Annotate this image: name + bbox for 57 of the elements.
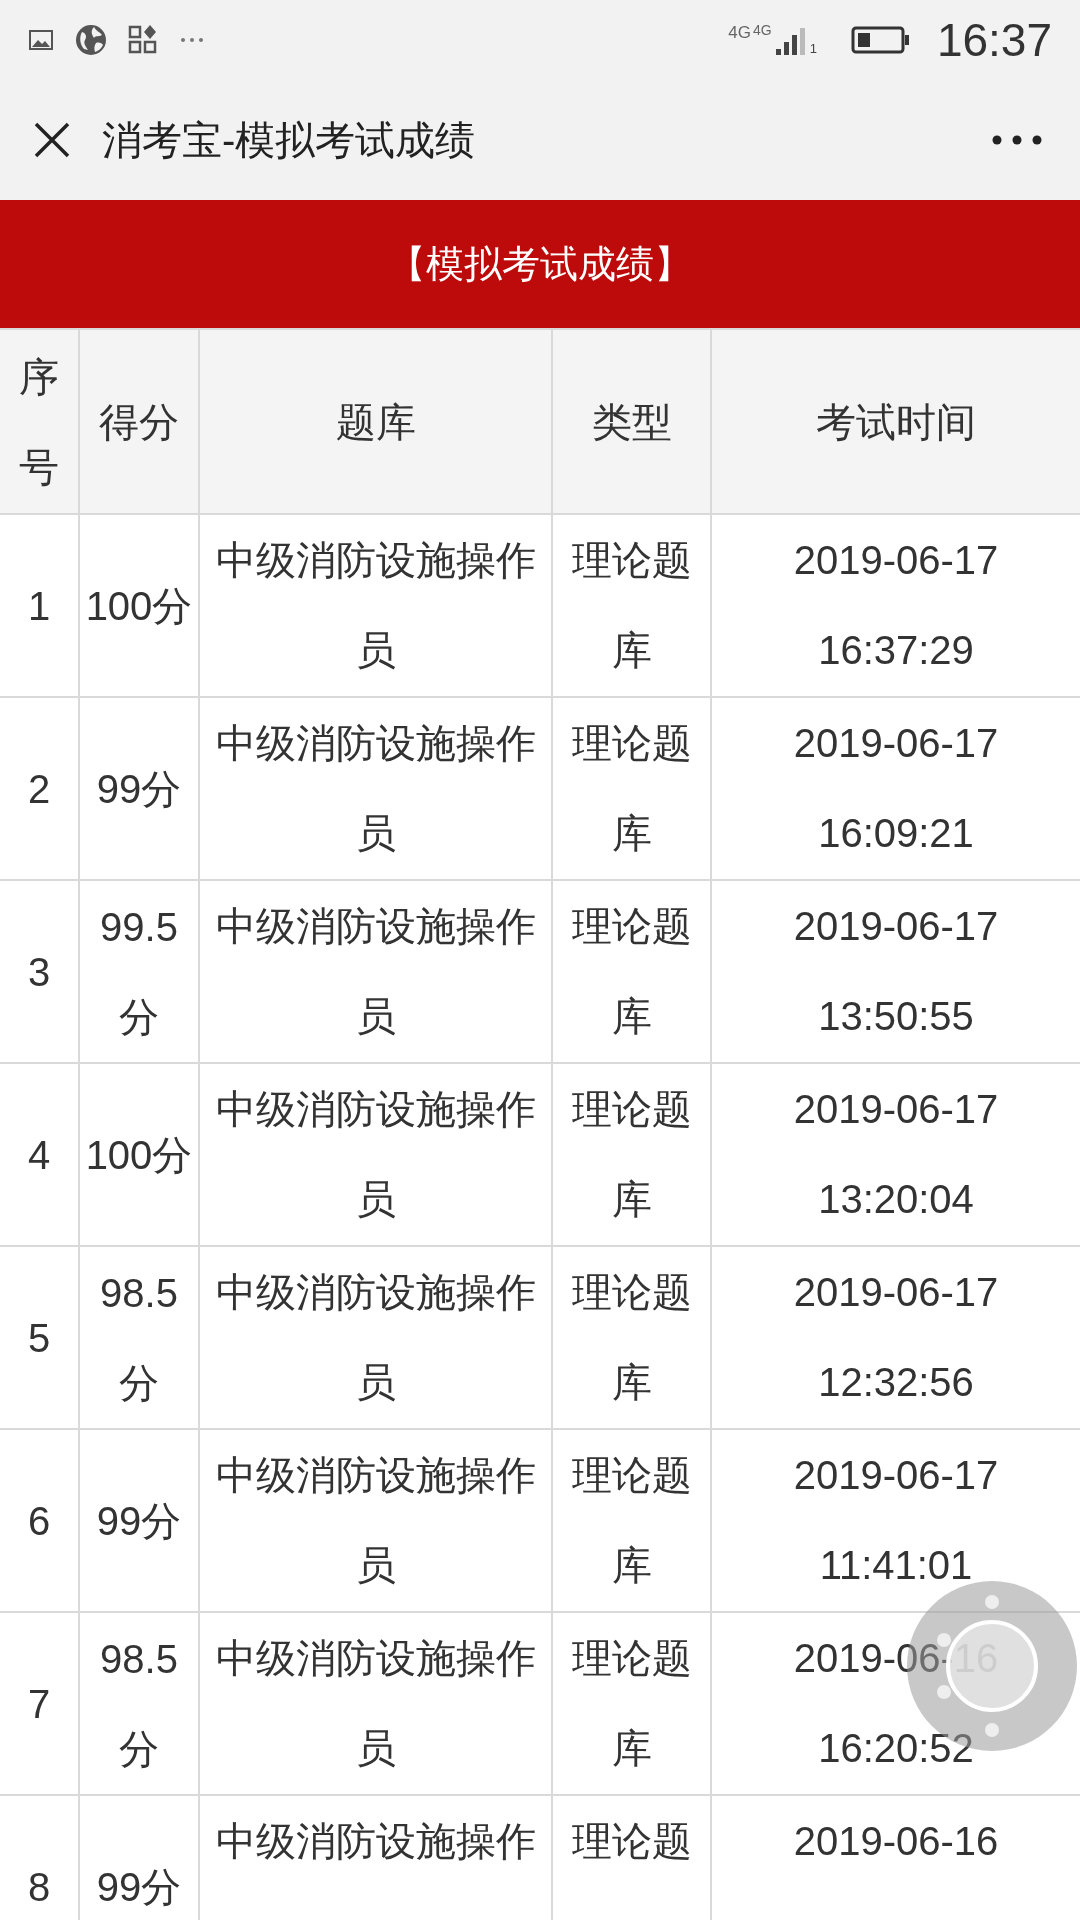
exam-time: 2019-06-17 16:09:21 [792, 720, 1000, 857]
score: 100分 [84, 1131, 194, 1179]
score: 100分 [84, 582, 194, 630]
exam-time: 2019-06-16 [792, 1818, 1000, 1865]
exam-time: 2019-06-17 13:20:04 [792, 1086, 1000, 1223]
score: 98.5分 [99, 1635, 179, 1773]
question-bank: 中级消防设施操作员 [214, 903, 537, 1040]
close-icon[interactable] [32, 120, 72, 160]
exam-type: 理论题库 [570, 1452, 693, 1589]
column-header: 得分 [98, 398, 180, 446]
row-number: 1 [26, 582, 52, 630]
exam-time: 2019-06-17 12:32:56 [792, 1269, 1000, 1406]
exam-time: 2019-06-17 13:50:55 [792, 903, 1000, 1040]
question-bank: 中级消防设施操作员 [214, 1086, 537, 1223]
row-number: 6 [26, 1497, 52, 1545]
exam-type: 理论题库 [570, 720, 693, 857]
row-number: 8 [26, 1863, 52, 1911]
battery-icon [850, 26, 911, 54]
globe-icon [74, 23, 108, 57]
question-bank: 中级消防设施操作 [214, 1818, 537, 1865]
question-bank: 中级消防设施操作员 [214, 1452, 537, 1589]
exam-type: 理论题库 [570, 537, 693, 674]
image-icon [28, 29, 54, 51]
exam-type: 理论题 [570, 1818, 693, 1865]
question-bank: 中级消防设施操作员 [214, 720, 537, 857]
network-label: 4G [752, 23, 772, 37]
row-number: 4 [26, 1131, 52, 1179]
exam-time: 2019-06-17 11:41:01 [792, 1452, 1000, 1589]
score: 98.5分 [99, 1269, 179, 1407]
score: 99.5分 [99, 903, 179, 1041]
exam-type: 理论题库 [570, 1086, 693, 1223]
more-icon [180, 37, 204, 43]
column-header: 序号 [18, 353, 60, 491]
exam-type: 理论题库 [570, 903, 693, 1040]
question-bank: 中级消防设施操作员 [214, 1635, 537, 1772]
column-header: 类型 [590, 398, 673, 446]
page-title: 消考宝-模拟考试成绩 [102, 117, 476, 164]
score: 99分 [95, 1863, 183, 1911]
signal-icon [773, 27, 808, 57]
exam-type: 理论题库 [570, 1269, 693, 1406]
column-header: 考试时间 [815, 398, 977, 446]
more-icon[interactable] [992, 135, 1042, 145]
clock-time: 16:37 [936, 17, 1052, 63]
row-number: 2 [26, 765, 52, 813]
question-bank: 中级消防设施操作员 [214, 1269, 537, 1406]
score: 99分 [95, 765, 183, 813]
network-label: 4G [728, 24, 751, 41]
score: 99分 [95, 1497, 183, 1545]
row-number: 3 [26, 948, 52, 996]
question-bank: 中级消防设施操作员 [214, 537, 537, 674]
row-number: 7 [26, 1680, 52, 1728]
sim-label: 1 [809, 42, 817, 55]
banner-title: 【模拟考试成绩】 [388, 241, 692, 287]
column-header: 题库 [334, 398, 417, 446]
row-number: 5 [26, 1314, 52, 1362]
exam-type: 理论题库 [570, 1635, 693, 1772]
exam-time: 2019-06-17 16:37:29 [792, 537, 1000, 674]
